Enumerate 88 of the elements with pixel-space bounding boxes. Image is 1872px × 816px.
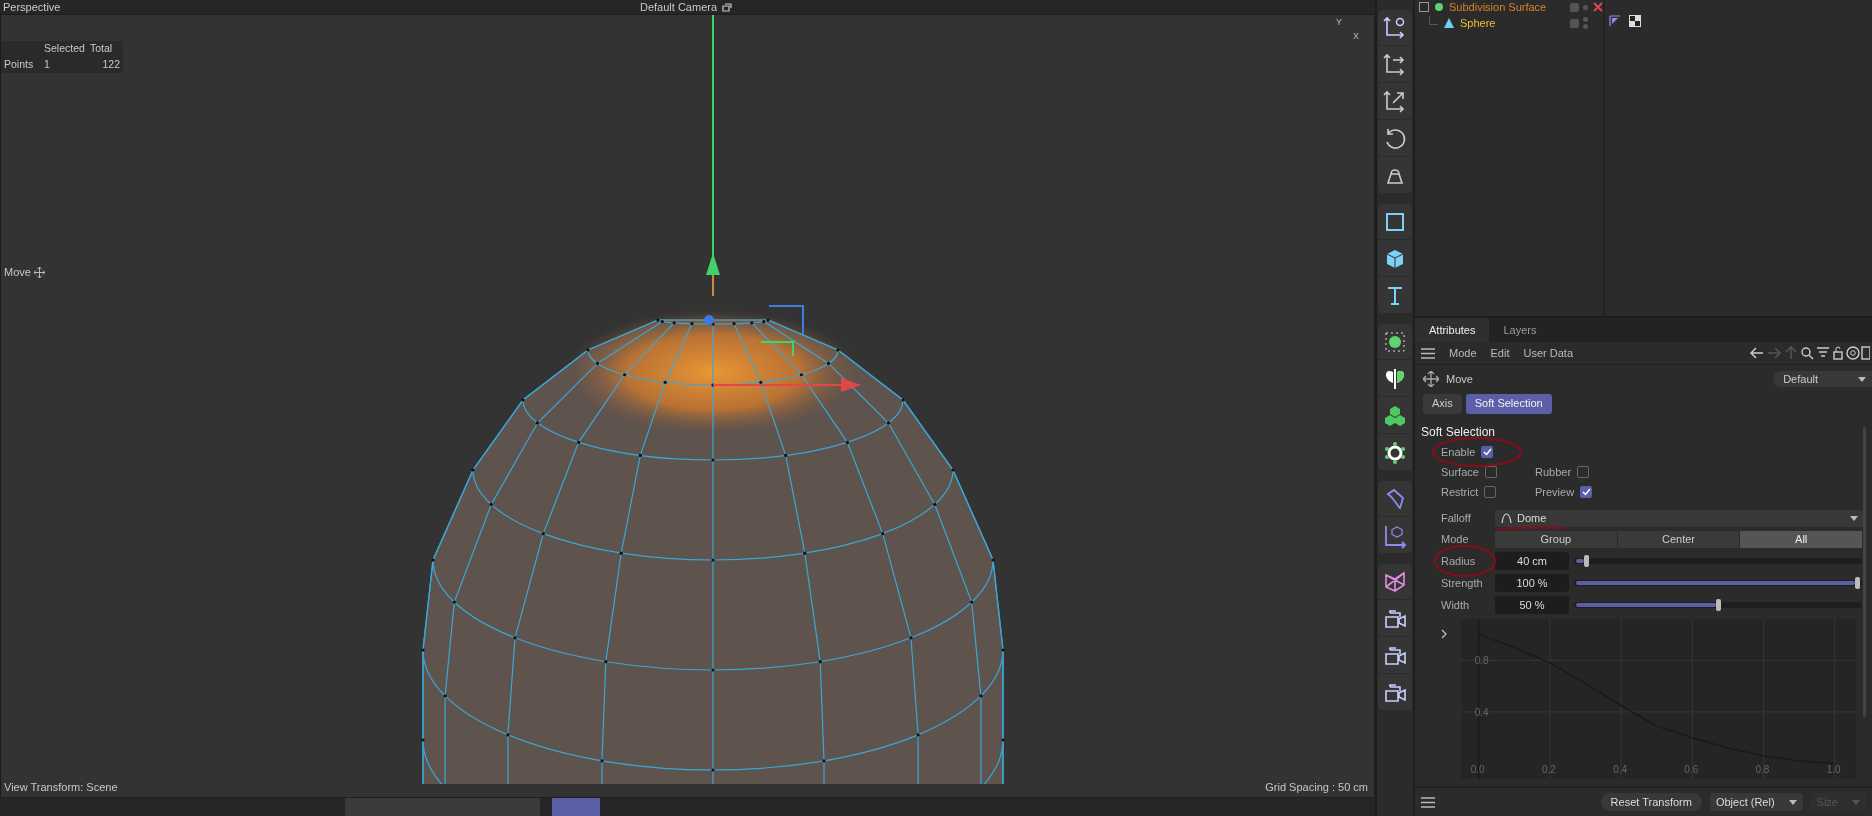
move-icon (33, 266, 45, 278)
axis-tick-label: 0.8 (1474, 655, 1489, 667)
checkbox[interactable] (1481, 446, 1494, 458)
field-label: Strength (1441, 576, 1484, 589)
annotation-circle (1434, 545, 1496, 577)
checkbox-label: Restrict (1441, 486, 1479, 498)
slider-thumb[interactable] (1584, 554, 1590, 567)
caret-icon (1850, 515, 1858, 521)
gear-icon (1382, 439, 1408, 466)
checkbox[interactable] (1577, 466, 1590, 478)
check-icon (1581, 488, 1591, 496)
move-icon (1423, 371, 1439, 387)
checker-icon[interactable] (1629, 15, 1641, 27)
section-heading: Soft Selection (1421, 425, 1497, 439)
checkbox[interactable] (1580, 486, 1593, 498)
axis-tick-label: 1.0 (1826, 764, 1841, 775)
grid-spacing-label: Grid Spacing : 50 cm (1265, 781, 1368, 793)
caret-icon (1858, 376, 1866, 382)
stats-value: 1 (44, 58, 51, 70)
tag-icon[interactable] (1609, 15, 1621, 27)
section-tab[interactable]: Soft Selection (1465, 394, 1552, 414)
checkbox-label: Enable (1441, 446, 1476, 458)
close-icon[interactable] (1593, 2, 1603, 12)
camera-menu[interactable]: Default Camera (640, 0, 718, 14)
menu-item[interactable]: Mode (1449, 347, 1477, 359)
value-field[interactable]: 40 cm (1495, 551, 1569, 570)
axis-label: X (1353, 31, 1359, 41)
menu-item[interactable]: Edit (1490, 347, 1510, 359)
tool-label: Move (4, 266, 31, 278)
falloff-dropdown[interactable]: Dome (1495, 509, 1864, 527)
mode-option[interactable]: All (1740, 530, 1862, 548)
visibility-dots-icon[interactable] (1583, 17, 1589, 29)
menu-item[interactable]: User Data (1523, 347, 1574, 359)
object-name[interactable]: Subdivision Surface (1449, 1, 1547, 13)
mode-option[interactable]: Group (1495, 530, 1617, 548)
stats-value: 122 (101, 58, 120, 70)
panel-tab[interactable]: Attributes (1415, 318, 1490, 342)
move-gizmo-drawing[interactable] (704, 15, 861, 392)
value-field[interactable]: 100 % (1495, 573, 1569, 592)
axis-tick-label: 0.8 (1755, 764, 1770, 775)
coordinate-dropdown[interactable]: Object (Rel) (1709, 793, 1803, 811)
collapse-icon[interactable] (1419, 2, 1429, 12)
mode-option[interactable]: Center (1617, 530, 1740, 548)
triangle-icon (1442, 17, 1456, 29)
value-field[interactable]: 50 % (1495, 595, 1569, 614)
chevron-icon[interactable] (1440, 629, 1448, 639)
stats-label: Points (4, 58, 35, 70)
slider-track[interactable] (1574, 557, 1862, 564)
view-transform-label: View Transform: Scene (4, 781, 118, 793)
checkbox-label: Surface (1441, 466, 1479, 478)
preset-dropdown[interactable]: Default (1773, 371, 1872, 387)
slider-track[interactable] (1574, 601, 1862, 608)
check-icon (1482, 448, 1492, 456)
caret-icon (1788, 799, 1797, 805)
field-label: Falloff (1441, 512, 1472, 524)
menu-icon[interactable] (1421, 796, 1435, 808)
viewport-canvas[interactable]: Selected Total Points 1 122 Move Y X View Transform: Scene Grid Spacing : 50 cm (0, 14, 1375, 798)
axis-tick-label: 0.0 (1470, 764, 1485, 775)
axis-label: Y (1336, 17, 1342, 27)
checkbox[interactable] (1484, 466, 1497, 478)
navigation-icons-drawing[interactable] (1750, 346, 1870, 360)
checkbox[interactable] (1484, 486, 1497, 498)
caret-icon (1852, 799, 1860, 805)
axis-tick-label: 0.4 (1613, 764, 1628, 775)
object-name[interactable]: Sphere (1460, 17, 1496, 29)
field-label: Width (1441, 598, 1471, 611)
subdivision-icon (1433, 1, 1445, 13)
axis-tick-label: 0.4 (1474, 706, 1489, 718)
view-title[interactable]: Perspective (0, 1, 61, 13)
field-label: Mode (1441, 533, 1470, 545)
visibility-dots-icon[interactable] (1583, 4, 1589, 10)
section-tab[interactable]: Axis (1423, 394, 1462, 414)
panel-tab[interactable]: Layers (1489, 318, 1551, 342)
slider-track[interactable] (1574, 579, 1862, 586)
menu-icon[interactable] (1421, 347, 1435, 359)
camera-icon[interactable] (722, 3, 732, 12)
dome-icon (1501, 513, 1512, 523)
stats-header: Total (90, 42, 114, 54)
field-label: Radius (1441, 554, 1477, 567)
checkbox-label: Rubber (1535, 466, 1572, 478)
annotation-underline (1496, 526, 1566, 530)
reset-transform-button[interactable]: Reset Transform (1600, 793, 1702, 811)
axis-tick-label: 0.2 (1541, 764, 1556, 775)
slider-thumb[interactable] (1855, 576, 1860, 589)
checkbox-label: Preview (1535, 486, 1575, 498)
tool-name: Move (1446, 373, 1473, 385)
slider-thumb[interactable] (1715, 598, 1721, 611)
stats-header: Selected (44, 42, 86, 54)
